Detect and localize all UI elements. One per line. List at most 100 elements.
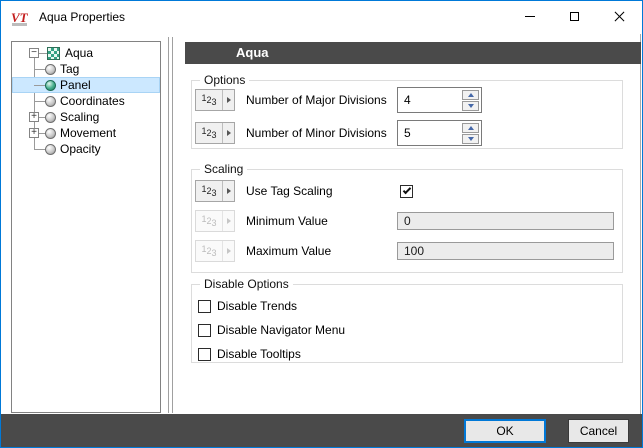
dialog-window: VT Aqua Properties − Aqua Tag Panel Coor… (0, 0, 643, 448)
spinner-down-button[interactable] (462, 101, 479, 111)
aqua-object-icon (47, 46, 60, 60)
disable-navigator-menu-row: Disable Navigator Menu (198, 323, 345, 337)
dropdown-arrow-icon[interactable] (222, 123, 234, 143)
options-group-title: Options (200, 73, 250, 87)
dropdown-arrow-icon[interactable] (222, 181, 234, 201)
disable-trends-row: Disable Trends (198, 299, 297, 313)
app-logo-icon: VT (11, 9, 31, 26)
properties-tree: − Aqua Tag Panel Coordinates + Scaling +… (11, 41, 161, 413)
major-divisions-label: Number of Major Divisions (246, 93, 387, 107)
maximum-value-label: Maximum Value (246, 244, 332, 258)
tree-node-label: Panel (60, 78, 91, 92)
cancel-button[interactable]: Cancel (568, 419, 629, 443)
node-sphere-icon (45, 127, 56, 139)
close-icon (614, 11, 625, 22)
expand-icon[interactable]: + (29, 128, 39, 138)
tree-branch-line (34, 148, 45, 150)
window-controls (507, 1, 642, 32)
tree-node-movement[interactable]: + Movement (12, 125, 160, 141)
checkmark-icon (402, 185, 411, 195)
numeric-type-icon: 123 (201, 184, 217, 198)
close-button[interactable] (597, 1, 642, 32)
panel-header: Aqua (185, 42, 641, 64)
numeric-type-icon: 123 (201, 126, 217, 140)
numeric-type-icon: 123 (201, 93, 217, 107)
expand-icon[interactable]: + (29, 112, 39, 122)
panel-splitter[interactable] (168, 37, 173, 413)
tree-branch-line (39, 52, 47, 54)
node-sphere-icon (45, 111, 56, 123)
title-bar[interactable]: VT Aqua Properties (1, 1, 642, 33)
tree-branch-line (34, 84, 45, 86)
major-divisions-type-button[interactable]: 123 (195, 89, 235, 111)
minimize-button[interactable] (507, 1, 552, 32)
minimum-value-input (397, 212, 614, 230)
disable-trends-checkbox[interactable] (198, 299, 211, 313)
tree-node-scaling[interactable]: + Scaling (12, 109, 160, 125)
tree-branch-line (34, 68, 45, 70)
disable-tooltips-label: Disable Tooltips (217, 347, 301, 361)
use-tag-scaling-checkbox[interactable] (400, 184, 413, 198)
dropdown-arrow-icon[interactable] (222, 90, 234, 110)
disable-tooltips-row: Disable Tooltips (198, 347, 301, 361)
spinner-buttons (462, 123, 479, 144)
tree-node-coordinates[interactable]: Coordinates (12, 93, 160, 109)
disable-tooltips-checkbox[interactable] (198, 347, 211, 361)
tree-node-label: Tag (60, 62, 80, 76)
major-divisions-input[interactable] (398, 88, 460, 112)
tree-node-label: Scaling (60, 110, 100, 124)
use-tag-scaling-label: Use Tag Scaling (246, 184, 333, 198)
collapse-icon[interactable]: − (29, 48, 39, 58)
maximum-value-input (397, 242, 614, 260)
tree-node-tag[interactable]: Tag (12, 61, 160, 77)
dropdown-arrow-icon (222, 211, 234, 231)
window-title: Aqua Properties (39, 10, 126, 24)
ok-button[interactable]: OK (464, 419, 546, 443)
disable-navigator-menu-label: Disable Navigator Menu (217, 323, 346, 337)
spinner-up-icon (467, 93, 474, 97)
major-divisions-spinner (397, 87, 482, 113)
numeric-type-icon: 123 (201, 214, 217, 228)
dropdown-arrow-icon (222, 241, 234, 261)
maximize-icon (570, 12, 579, 21)
spinner-down-icon (467, 137, 474, 141)
tree-node-label: Coordinates (60, 94, 125, 108)
spinner-down-icon (467, 104, 474, 108)
tree-node-label: Movement (60, 126, 117, 140)
node-sphere-icon (45, 95, 56, 107)
spinner-up-button[interactable] (462, 123, 479, 133)
maximum-value-type-button: 123 (195, 240, 235, 262)
spinner-up-icon (467, 126, 474, 130)
tree-node-panel[interactable]: Panel (12, 77, 160, 93)
options-group: Options 123 Number of Major Divisions 12… (191, 73, 623, 149)
minimum-value-type-button: 123 (195, 210, 235, 232)
tree-node-opacity[interactable]: Opacity (12, 141, 160, 157)
tree-node-label: Opacity (60, 142, 101, 156)
tree-node-aqua-root[interactable]: − Aqua (12, 45, 160, 61)
minimize-icon (524, 16, 535, 17)
use-tag-scaling-row: 123 Use Tag Scaling (195, 180, 413, 202)
tree-branch-line (34, 100, 45, 102)
tree-node-label: Aqua (65, 46, 94, 60)
footer-bar: OK Cancel (1, 414, 642, 447)
spinner-up-button[interactable] (462, 90, 479, 100)
major-divisions-row: 123 Number of Major Divisions (195, 87, 482, 113)
node-sphere-icon (45, 63, 56, 75)
minor-divisions-type-button[interactable]: 123 (195, 122, 235, 144)
minor-divisions-row: 123 Number of Minor Divisions (195, 120, 482, 146)
spinner-down-button[interactable] (462, 134, 479, 144)
node-sphere-icon (45, 143, 56, 155)
scaling-group-title: Scaling (200, 162, 248, 176)
scaling-group: Scaling 123 Use Tag Scaling 123 Minimum … (191, 162, 623, 273)
disable-navigator-menu-checkbox[interactable] (198, 323, 211, 337)
maximum-value-row: 123 Maximum Value (195, 240, 614, 262)
disable-options-group: Disable Options Disable Trends Disable N… (191, 277, 623, 363)
maximize-button[interactable] (552, 1, 597, 32)
spinner-buttons (462, 90, 479, 111)
app-logo-text: VT (11, 9, 28, 25)
disable-options-group-title: Disable Options (200, 277, 293, 291)
minor-divisions-label: Number of Minor Divisions (246, 126, 387, 140)
use-tag-scaling-type-button[interactable]: 123 (195, 180, 235, 202)
minor-divisions-input[interactable] (398, 121, 460, 145)
minor-divisions-spinner (397, 120, 482, 146)
